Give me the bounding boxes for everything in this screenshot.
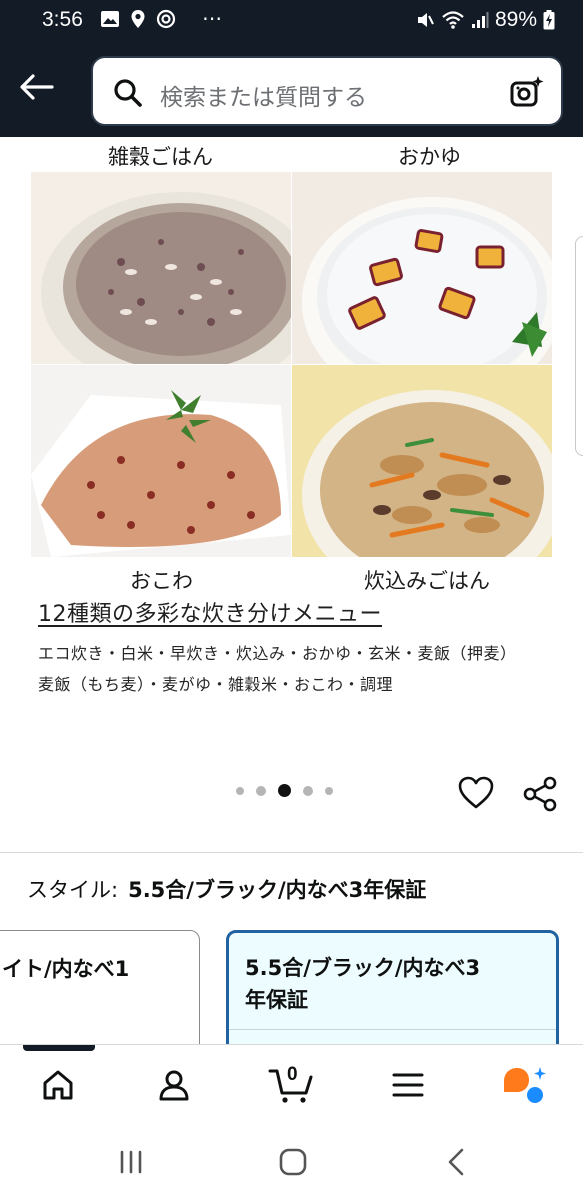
style-label: スタイル: (27, 878, 119, 902)
mute-icon (417, 13, 434, 27)
share-icon[interactable] (522, 776, 558, 812)
gallery-icon (101, 11, 119, 27)
top-header: 検索または質問する (0, 40, 583, 137)
section-divider (0, 852, 583, 853)
location-icon (131, 10, 145, 28)
caption-okayu: おかゆ (398, 145, 461, 169)
tab-menu[interactable] (388, 1065, 428, 1105)
home-button-icon[interactable] (276, 1146, 310, 1178)
menu-list-line-1: エコ炊き・白米・早炊き・炊込み・おかゆ・玄米・麦飯（押麦） (38, 644, 517, 663)
camera-search-icon[interactable] (509, 74, 545, 110)
more-notifications-icon: ⋯ (202, 6, 224, 30)
account-icon (159, 1070, 189, 1101)
photo-zakkoku-gohan (31, 172, 291, 364)
search-icon (114, 79, 142, 107)
tab-rufus[interactable] (502, 1065, 548, 1105)
caption-zakkoku-gohan: 雑穀ごはん (108, 145, 213, 169)
menu-title: 12種類の多彩な炊き分けメニュー (38, 602, 382, 627)
caption-okowa: おこわ (130, 569, 193, 593)
battery-percent: 89% (494, 8, 537, 31)
wifi-icon (442, 11, 464, 29)
search-bar[interactable]: 検索または質問する (91, 56, 563, 126)
status-time: 3:56 (42, 8, 83, 31)
rufus-icon (504, 1067, 546, 1103)
style-option-label-line-1: 5.5合/ブラック/内なべ3 (245, 956, 481, 980)
tab-account[interactable] (154, 1065, 194, 1105)
recent-apps-icon[interactable] (114, 1146, 148, 1178)
tab-cart[interactable]: 0 (268, 1064, 314, 1105)
style-option-label: ワイト/内なべ1 (0, 957, 130, 981)
back-button-icon[interactable] (440, 1146, 474, 1178)
back-arrow-icon[interactable] (18, 72, 54, 102)
home-icon (43, 1070, 73, 1100)
style-option-label-line-2: 年保証 (245, 988, 308, 1012)
menu-icon (392, 1073, 424, 1097)
photo-okowa (31, 365, 291, 557)
pager-dot-active[interactable] (278, 784, 291, 797)
pager-dot[interactable] (256, 785, 266, 796)
active-tab-indicator (23, 1045, 95, 1051)
tab-home[interactable] (38, 1065, 78, 1105)
style-selection: スタイル: 5.5合/ブラック/内なべ3年保証 (27, 874, 426, 904)
product-image-gallery[interactable]: 雑穀ごはん おかゆ おこわ 炊込みごはん 12種類の多彩な炊き分けメニュー エコ… (0, 137, 583, 853)
pager-dot[interactable] (236, 786, 244, 795)
status-bar: 3:56 ⋯ 89% (0, 0, 583, 40)
photo-takikomi-gohan (292, 365, 552, 557)
signal-icon (471, 12, 489, 28)
system-navigation-bar (0, 1124, 583, 1200)
menu-list-line-2: 麦飯（もち麦）・麦がゆ・雑穀米・おこわ・調理 (38, 675, 394, 694)
search-input[interactable]: 検索または質問する (160, 78, 367, 112)
cart-count: 0 (287, 1064, 298, 1085)
photo-okayu (292, 172, 552, 364)
pager-dot[interactable] (325, 786, 333, 795)
battery-charging-icon (543, 10, 555, 30)
heart-icon[interactable] (458, 776, 494, 810)
pager-dot[interactable] (303, 785, 313, 796)
style-value: 5.5合/ブラック/内なべ3年保証 (128, 878, 427, 902)
sync-icon (156, 9, 176, 29)
image-pager[interactable] (236, 784, 333, 797)
side-panel-handle[interactable] (575, 236, 583, 456)
bottom-tab-bar: 0 (0, 1044, 583, 1124)
caption-takikomi-gohan: 炊込みごはん (364, 569, 490, 593)
